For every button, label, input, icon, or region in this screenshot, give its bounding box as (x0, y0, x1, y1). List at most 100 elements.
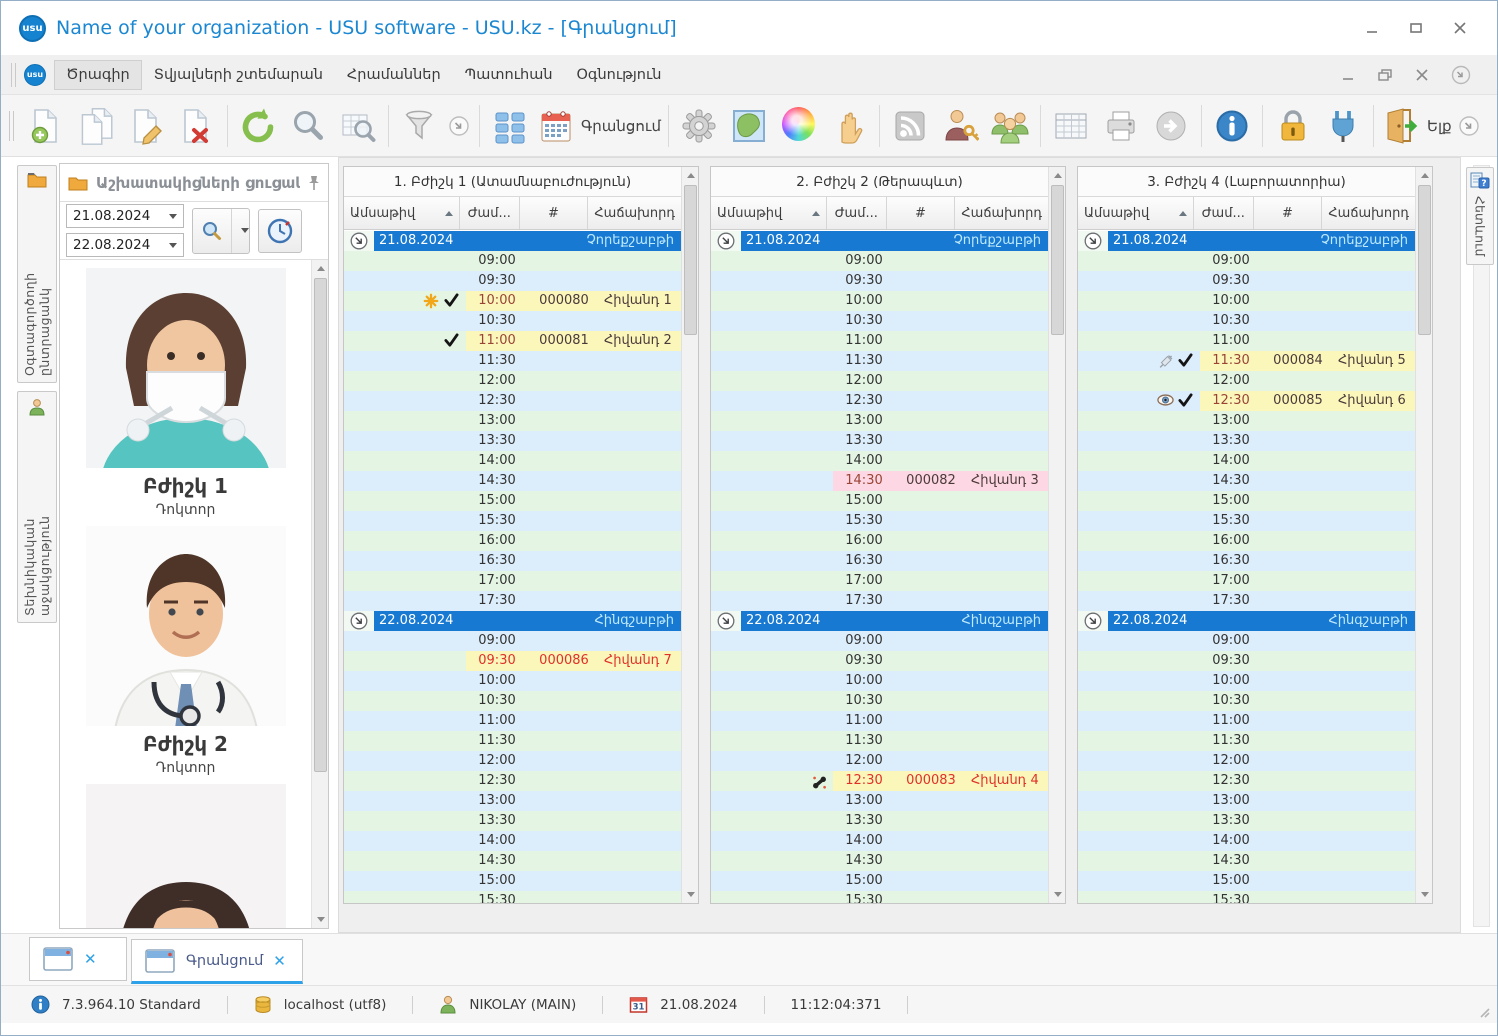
employee-card[interactable] (60, 784, 311, 928)
mdi-restore-button[interactable] (1377, 68, 1393, 82)
close-icon[interactable]: ✕ (273, 952, 286, 970)
schedule-time-row[interactable]: 14:00 (1078, 451, 1415, 471)
schedule-time-row[interactable]: 09:00 (344, 251, 681, 271)
schedule-time-row[interactable]: 09:30 (1078, 651, 1415, 671)
feed-button[interactable] (885, 100, 935, 152)
panel-scrollbar[interactable] (681, 167, 698, 903)
schedule-time-row[interactable]: 12:00 (711, 371, 1048, 391)
schedule-time-row[interactable]: 10:00 (1078, 291, 1415, 311)
hand-button[interactable] (824, 100, 874, 152)
schedule-time-row[interactable]: 11:30 (344, 351, 681, 371)
schedule-time-row[interactable]: 09:30 (1078, 271, 1415, 291)
user-rights-button[interactable] (935, 100, 985, 152)
schedule-time-row[interactable]: 17:00 (711, 571, 1048, 591)
scroll-down-icon[interactable] (1416, 886, 1433, 903)
search-split-button[interactable] (192, 207, 250, 254)
schedule-time-row[interactable]: 15:30 (711, 511, 1048, 531)
schedule-time-row[interactable]: 12:30 (711, 391, 1048, 411)
schedule-time-row[interactable]: 17:00 (344, 571, 681, 591)
copy-record-button[interactable] (72, 100, 122, 152)
schedule-group-row[interactable]: 21.08.2024 Չորեքշաբթի (711, 231, 1048, 251)
group-expand-icon[interactable] (344, 231, 374, 251)
employee-list-scrollbar[interactable] (311, 260, 328, 928)
schedule-time-row[interactable]: 14:30 000082 Հիվանդ 3 (711, 471, 1048, 491)
map-button[interactable] (724, 100, 774, 152)
schedule-time-row[interactable]: 13:30 (1078, 811, 1415, 831)
schedule-group-row[interactable]: 22.08.2024 Հինգշաբթի (711, 611, 1048, 631)
schedule-time-row[interactable]: 17:30 (1078, 591, 1415, 611)
schedule-time-row[interactable]: 14:30 (1078, 851, 1415, 871)
schedule-time-row[interactable]: 14:30 (344, 851, 681, 871)
schedule-time-row[interactable]: 13:00 (1078, 791, 1415, 811)
chevron-down-icon[interactable] (231, 208, 249, 253)
schedule-time-row[interactable]: 13:00 (711, 791, 1048, 811)
schedule-time-row[interactable]: 12:30 000085 Հիվանդ 6 (1078, 391, 1415, 411)
resize-grip[interactable] (1477, 1005, 1491, 1019)
schedule-time-row[interactable]: 14:30 (344, 471, 681, 491)
plug-button[interactable] (1318, 100, 1368, 152)
schedule-time-row[interactable]: 12:00 (1078, 371, 1415, 391)
column-date[interactable]: Ամսաթիվ (1078, 197, 1195, 229)
menu-item-0[interactable]: Ծրագիր (54, 59, 142, 90)
window-tab-1[interactable]: ✕ (29, 937, 127, 981)
filter-button[interactable] (394, 100, 444, 152)
schedule-time-row[interactable]: 17:30 (711, 591, 1048, 611)
sidebar-tab-user-menu[interactable]: Օգտագործողի ընտրացանկ (17, 165, 57, 383)
print-button[interactable] (1096, 100, 1146, 152)
schedule-time-row[interactable]: 11:00 (1078, 331, 1415, 351)
schedule-time-row[interactable]: 12:30 000083 Հիվանդ 4 (711, 771, 1048, 791)
schedule-time-row[interactable]: 11:30 (711, 731, 1048, 751)
window-tab-register[interactable]: Գրանցում ✕ (131, 939, 303, 984)
right-scroll-track[interactable] (1473, 165, 1490, 927)
schedule-time-row[interactable]: 13:00 (711, 411, 1048, 431)
schedule-time-row[interactable]: 09:00 (344, 631, 681, 651)
schedule-group-row[interactable]: 21.08.2024 Չորեքշաբթի (344, 231, 681, 251)
schedule-time-row[interactable]: 14:00 (344, 831, 681, 851)
schedule-group-row[interactable]: 22.08.2024 Հինգշաբթի (344, 611, 681, 631)
schedule-time-row[interactable]: 16:30 (1078, 551, 1415, 571)
delete-record-button[interactable] (172, 100, 222, 152)
schedule-time-row[interactable]: 10:30 (1078, 691, 1415, 711)
edit-record-button[interactable] (122, 100, 172, 152)
refresh-button[interactable] (233, 100, 283, 152)
scroll-up-icon[interactable] (1049, 167, 1066, 184)
clock-button[interactable] (258, 208, 302, 253)
column-number[interactable]: # (520, 197, 589, 229)
schedule-group-row[interactable]: 22.08.2024 Հինգշաբթի (1078, 611, 1415, 631)
schedule-time-row[interactable]: 16:00 (711, 531, 1048, 551)
schedule-time-row[interactable]: 12:30 (344, 771, 681, 791)
schedule-time-row[interactable]: 09:30 (344, 271, 681, 291)
column-number[interactable]: # (887, 197, 956, 229)
info-button[interactable] (1207, 100, 1257, 152)
schedule-time-row[interactable]: 15:00 (711, 491, 1048, 511)
schedule-time-row[interactable]: 14:00 (344, 451, 681, 471)
schedule-time-row[interactable]: 14:00 (1078, 831, 1415, 851)
menu-item-2[interactable]: Հրամաններ (335, 60, 453, 90)
schedule-time-row[interactable]: 09:00 (711, 251, 1048, 271)
schedule-time-row[interactable]: 09:00 (1078, 251, 1415, 271)
schedule-time-row[interactable]: 14:30 (711, 851, 1048, 871)
search-button[interactable] (283, 100, 333, 152)
schedule-time-row[interactable]: 15:00 (344, 871, 681, 891)
schedule-time-row[interactable]: 10:30 (711, 691, 1048, 711)
schedule-time-row[interactable]: 15:30 (711, 891, 1048, 903)
column-date[interactable]: Ամսաթիվ (711, 197, 828, 229)
mdi-minimize-button[interactable] (1341, 68, 1355, 82)
schedule-time-row[interactable]: 10:00 (711, 671, 1048, 691)
scroll-down-icon[interactable] (312, 911, 328, 928)
forward-button[interactable] (1146, 100, 1196, 152)
schedule-time-row[interactable]: 16:00 (1078, 531, 1415, 551)
schedule-group-row[interactable]: 21.08.2024 Չորեքշաբթի (1078, 231, 1415, 251)
schedule-time-row[interactable]: 12:30 (1078, 771, 1415, 791)
schedule-time-row[interactable]: 10:00 (711, 291, 1048, 311)
mdi-close-button[interactable] (1415, 68, 1429, 82)
employee-card[interactable]: Բժիշկ 1 Դոկտոր (60, 268, 311, 518)
table-button[interactable] (1046, 100, 1096, 152)
schedule-time-row[interactable]: 13:00 (1078, 411, 1415, 431)
schedule-time-row[interactable]: 11:00 (1078, 711, 1415, 731)
schedule-time-row[interactable]: 10:00 (1078, 671, 1415, 691)
scroll-down-icon[interactable] (682, 886, 699, 903)
schedule-time-row[interactable]: 15:00 (711, 871, 1048, 891)
schedule-time-row[interactable]: 17:00 (1078, 571, 1415, 591)
schedule-time-row[interactable]: 11:00 000081 Հիվանդ 2 (344, 331, 681, 351)
